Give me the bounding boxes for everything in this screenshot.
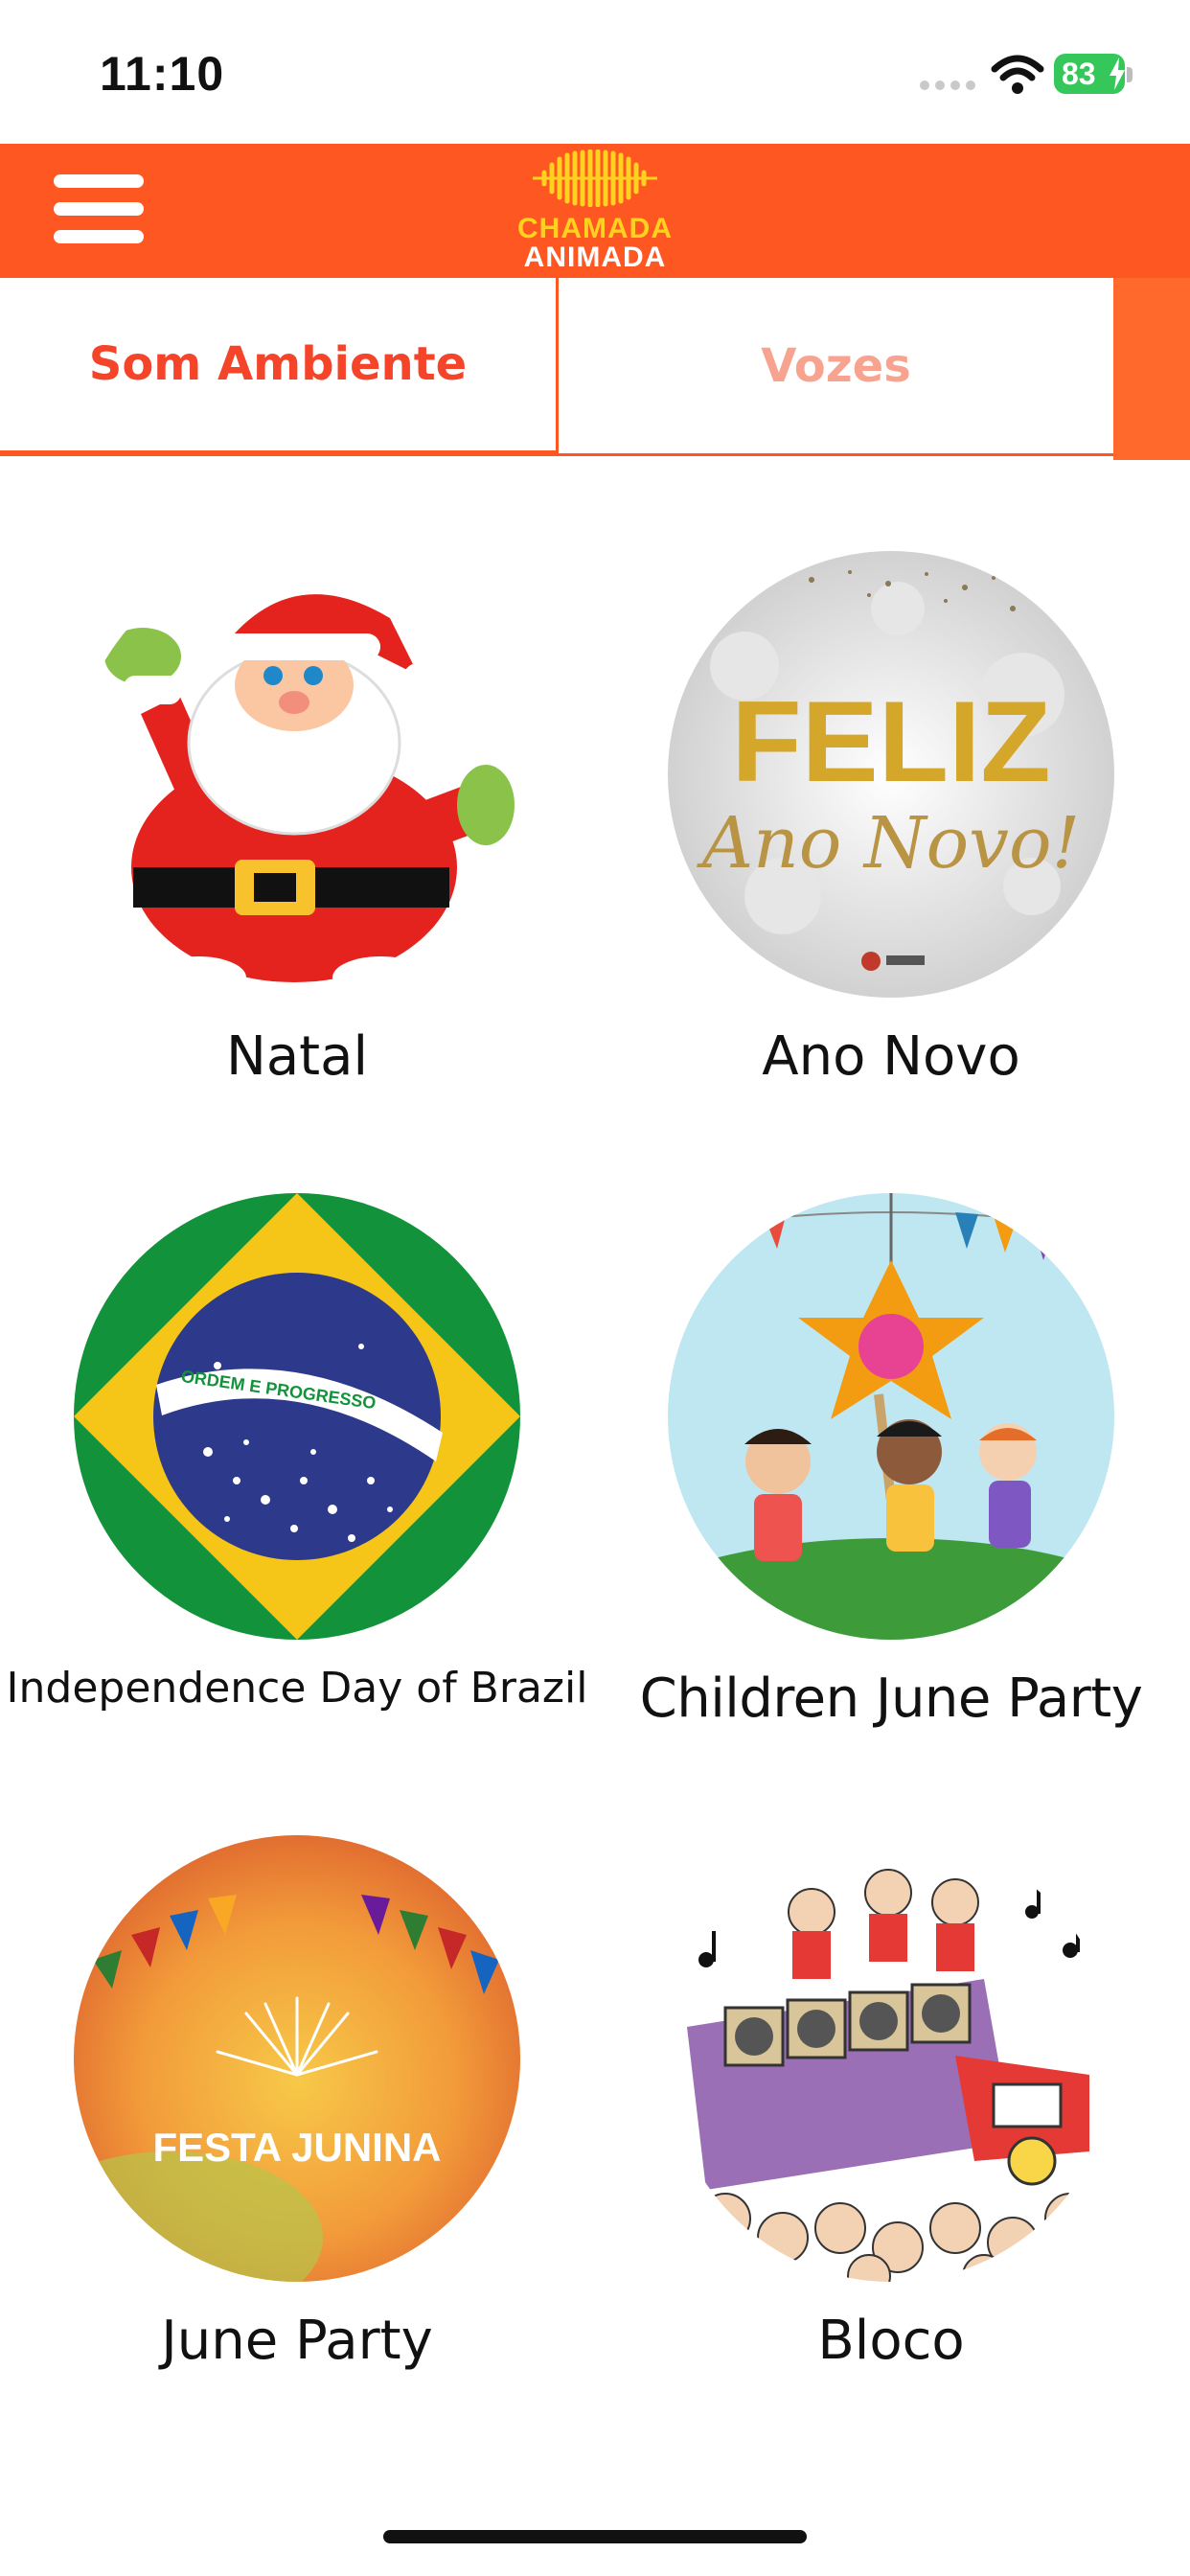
app-logo: CHAMADA ANIMADA [508, 144, 682, 278]
category-label: Children June Party [639, 1668, 1143, 1730]
pinata-party-icon [668, 1193, 1114, 1640]
ano-novo-image-subtitle: Ano Novo! [697, 802, 1081, 885]
tab-bar-edge [1113, 278, 1190, 460]
battery-icon: 83 [1054, 54, 1125, 94]
category-card-children-june-party[interactable]: Children June Party [594, 1102, 1188, 1744]
category-card-june-party[interactable]: FESTA JUNINA June Party [0, 1744, 594, 2386]
category-card-bloco[interactable]: Bloco [594, 1744, 1188, 2386]
status-time: 11:10 [100, 47, 225, 101]
tab-bar: Som Ambiente Vozes [0, 278, 1190, 460]
logo-text-bottom: ANIMADA [523, 242, 667, 273]
category-card-ano-novo[interactable]: FELIZ Ano Novo! Ano Novo [594, 460, 1188, 1102]
feliz-ano-novo-icon: FELIZ Ano Novo! [668, 551, 1114, 998]
home-indicator[interactable] [383, 2530, 807, 2543]
status-bar: 11:10 83 [0, 0, 1190, 144]
wifi-icon [991, 55, 1044, 94]
tab-som-ambiente[interactable]: Som Ambiente [0, 278, 556, 456]
category-label: Ano Novo [762, 1025, 1020, 1088]
santa-claus-icon [74, 551, 520, 998]
category-label: Bloco [817, 2310, 965, 2372]
festa-junina-icon: FESTA JUNINA [74, 1835, 520, 2282]
tab-vozes[interactable]: Vozes [556, 278, 1113, 456]
signal-dots-icon [920, 80, 975, 92]
charging-bolt-icon [1110, 58, 1125, 90]
category-grid: Natal FELIZ Ano Novo! Ano Novo ORDEM E P… [0, 460, 1190, 2501]
battery-tip [1127, 67, 1133, 82]
category-card-natal[interactable]: Natal [0, 460, 594, 1102]
battery-level: 83 [1062, 57, 1096, 91]
festa-junina-image-text: FESTA JUNINA [152, 2125, 441, 2170]
category-label: Independence Day of Brazil [6, 1664, 588, 1713]
logo-text-top: CHAMADA [517, 213, 673, 244]
hamburger-menu-icon[interactable] [54, 172, 144, 245]
app-bar: CHAMADA ANIMADA [0, 144, 1190, 278]
category-card-independence-day[interactable]: ORDEM E PROGRESSO Independence Day of Br… [0, 1102, 594, 1744]
sound-wave-logo-icon [533, 150, 657, 207]
category-label: June Party [161, 2310, 433, 2372]
brazil-flag-icon: ORDEM E PROGRESSO [74, 1193, 520, 1640]
ano-novo-image-title: FELIZ [731, 678, 1050, 806]
carnival-bloco-icon [668, 1835, 1114, 2282]
category-label: Natal [225, 1025, 369, 1088]
